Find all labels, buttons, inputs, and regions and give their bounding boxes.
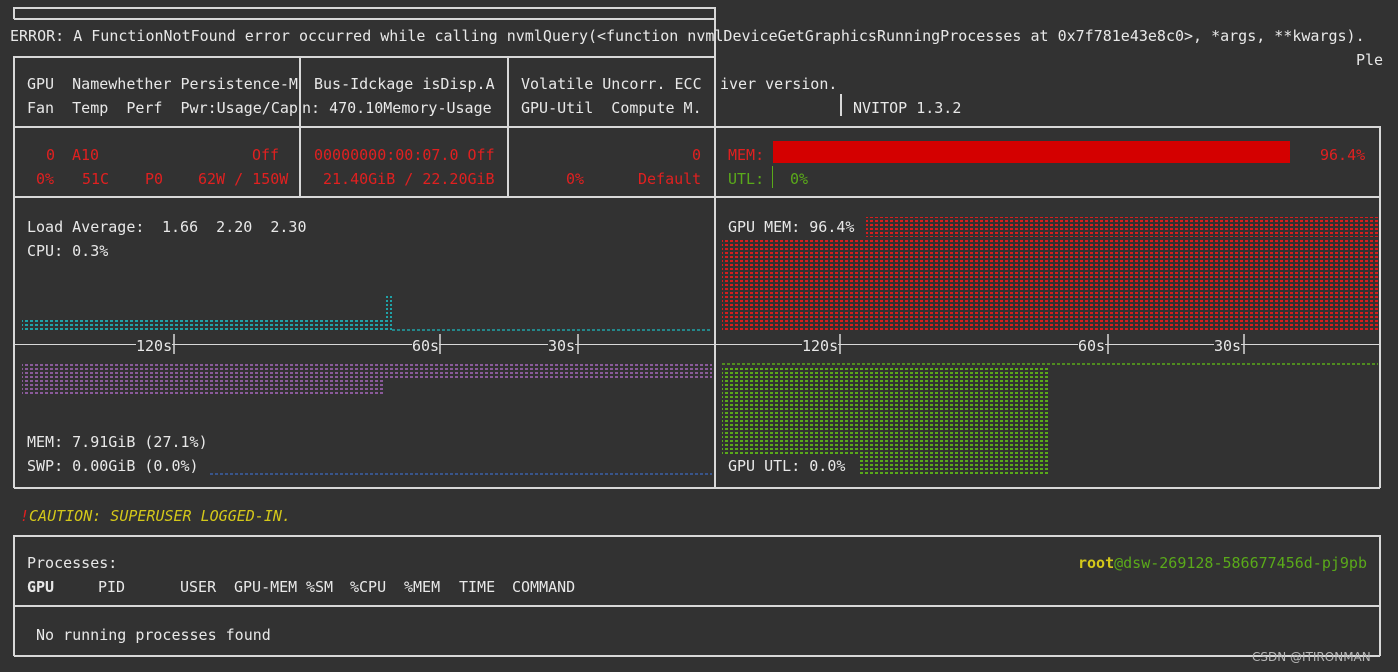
- timeline-right-tick-60s: 60s: [1078, 337, 1106, 355]
- process-user: root: [1078, 554, 1115, 572]
- process-col-user: USER: [180, 578, 217, 596]
- timeline-right-tick-120s: 120s: [802, 337, 839, 355]
- gpu-utl-history-bars: [722, 366, 1050, 456]
- caution-text: CAUTION: SUPERUSER LOGGED-IN.: [29, 507, 291, 525]
- process-col-mem: %MEM: [404, 578, 441, 596]
- cpu-history-spike: [386, 296, 392, 332]
- processes-title: Processes:: [27, 554, 118, 572]
- host-mem-history-tail: [22, 380, 384, 394]
- caution-bang: !: [20, 507, 30, 525]
- host-mem-history-bars: [22, 362, 712, 380]
- process-col-cpu: %CPU: [350, 578, 387, 596]
- process-col-gpu-mem: GPU-MEM: [234, 578, 298, 596]
- process-col-gpu: GPU: [27, 578, 55, 596]
- process-col-pid: PID: [98, 578, 126, 596]
- timeline-left-tick-60s: 60s: [412, 337, 440, 355]
- timeline-left-tick-30s: 30s: [548, 337, 576, 355]
- gpu-utl-history-bars-bottom: [858, 456, 1050, 476]
- process-empty-message: No running processes found: [36, 626, 271, 644]
- process-host: @dsw-269128-586677456d-pj9pb: [1114, 554, 1367, 572]
- timeline-right-tick-30s: 30s: [1214, 337, 1242, 355]
- process-col-sm: %SM: [306, 578, 334, 596]
- process-user-host: root@dsw-269128-586677456d-pj9pb: [1078, 554, 1367, 572]
- process-col-command: COMMAND: [512, 578, 576, 596]
- timeline-left-tick-120s: 120s: [136, 337, 173, 355]
- superuser-caution: !CAUTION: SUPERUSER LOGGED-IN.: [20, 507, 291, 525]
- cpu-history-bars: [22, 318, 392, 332]
- gpu-mem-history-bars-top: [866, 217, 1378, 237]
- gpu-mem-history-bars: [722, 240, 1378, 332]
- csdn-watermark: CSDN @ITIRONMAN: [1252, 650, 1371, 664]
- process-col-time: TIME: [459, 578, 496, 596]
